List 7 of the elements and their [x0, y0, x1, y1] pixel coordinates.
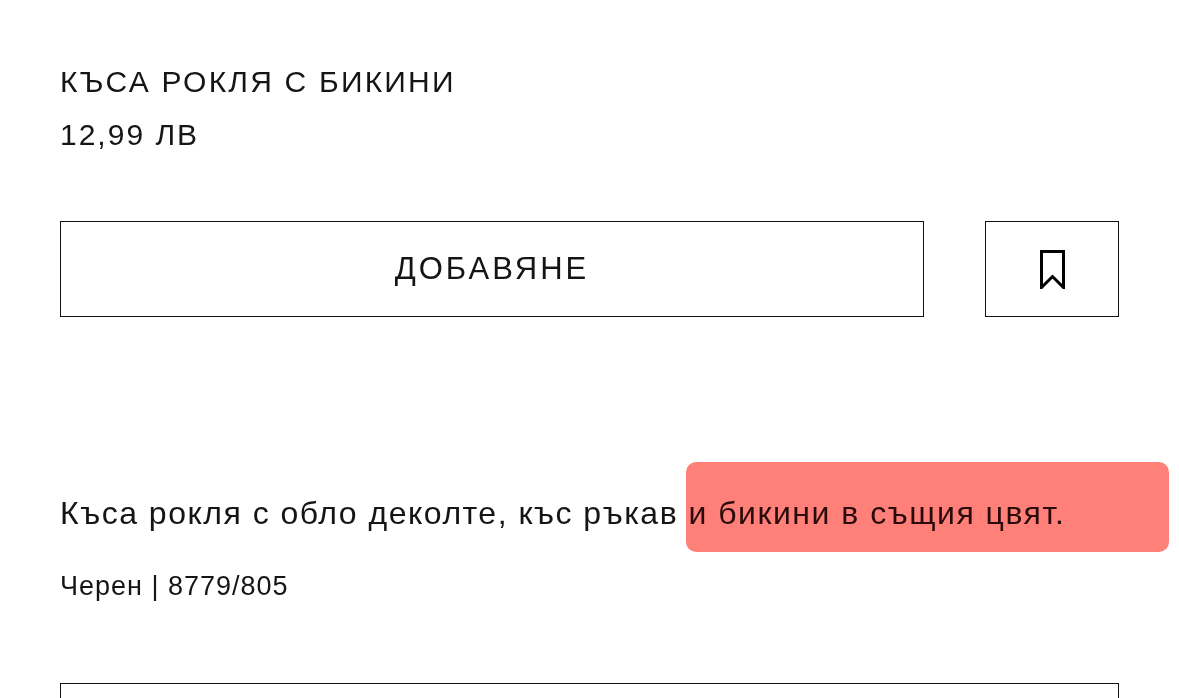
product-description: Къса рокля с обло деколте, къс ръкав и бикини в същия цвят.: [60, 462, 1170, 552]
bookmark-button[interactable]: [985, 221, 1119, 317]
product-title: КЪСА РОКЛЯ С БИКИНИ: [60, 64, 456, 100]
add-button[interactable]: ДОБАВЯНЕ: [60, 221, 924, 317]
bookmark-icon: [1039, 249, 1065, 289]
color-reference: Черен | 8779/805: [60, 571, 289, 601]
product-price: 12,99 ЛВ: [60, 117, 200, 153]
